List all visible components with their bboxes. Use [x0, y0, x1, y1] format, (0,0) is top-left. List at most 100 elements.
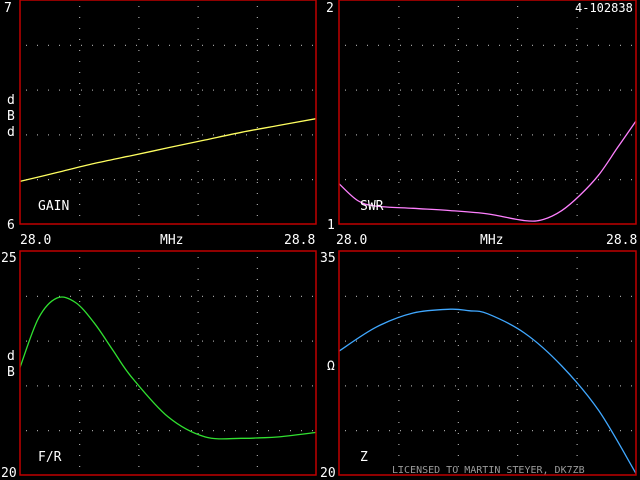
gain-grid-dot: [79, 182, 81, 183]
swr-grid-dot: [433, 179, 434, 181]
fr-grid-dot: [169, 385, 170, 387]
z-grid-dot: [457, 301, 459, 302]
z-grid-dot: [345, 340, 346, 342]
gain-grid-dot: [125, 179, 126, 181]
z-grid-dot: [367, 430, 368, 432]
z-y-min-tick: 20: [320, 466, 336, 480]
fr-grid-dot: [312, 295, 313, 297]
fr-grid-dot: [256, 378, 258, 379]
fr-grid-dot: [224, 430, 225, 432]
z-grid-dot: [457, 411, 459, 412]
fr-grid-dot: [197, 345, 199, 346]
gain-grid-dot: [103, 89, 104, 91]
fr-grid-dot: [279, 430, 280, 432]
swr-grid-dot: [576, 182, 578, 183]
fr-grid-dot: [136, 385, 137, 387]
swr-grid-dot: [598, 134, 599, 136]
gain-grid-dot: [48, 134, 49, 136]
swr-grid-dot: [510, 44, 511, 46]
swr-grid-dot: [466, 134, 467, 136]
gain-grid-dot: [79, 72, 81, 73]
z-grid-dot: [576, 312, 578, 313]
gain-grid-dot: [197, 6, 199, 7]
fr-grid-dot: [138, 356, 140, 357]
gain-grid-dot: [79, 105, 81, 106]
gain-grid-dot: [70, 134, 71, 136]
fr-grid-dot: [114, 340, 115, 342]
gain-grid-dot: [256, 171, 258, 172]
fr-grid-dot: [70, 385, 71, 387]
z-grid-dot: [576, 268, 578, 269]
fr-grid-dot: [202, 430, 203, 432]
gain-grid-dot: [79, 28, 81, 29]
swr-grid-dot: [457, 171, 459, 172]
swr-grid-dot: [576, 83, 578, 84]
z-grid-dot: [422, 385, 423, 387]
z-grid-dot: [398, 323, 400, 324]
z-grid-dot: [587, 295, 588, 297]
z-grid-dot: [517, 279, 519, 280]
swr-grid-dot: [576, 50, 578, 51]
z-grid-dot: [457, 367, 459, 368]
swr-grid-dot: [576, 39, 578, 40]
gain-grid-dot: [138, 127, 140, 128]
fr-grid-dot: [70, 430, 71, 432]
gain-grid-dot: [180, 134, 181, 136]
gain-grid-dot: [138, 17, 140, 18]
gain-grid-dot: [103, 44, 104, 46]
fr-grid-dot: [138, 389, 140, 390]
gain-grid-dot: [158, 44, 159, 46]
z-grid-dot: [444, 295, 445, 297]
fr-grid-dot: [257, 295, 258, 297]
gain-title: GAIN: [38, 199, 69, 214]
z-grid-dot: [398, 334, 400, 335]
z-grid-dot: [444, 385, 445, 387]
gain-grid-dot: [138, 149, 140, 150]
gain-grid-dot: [103, 134, 104, 136]
swr-grid-dot: [457, 193, 459, 194]
z-grid-dot: [620, 430, 621, 432]
fr-y-axis-label-char: B: [7, 365, 15, 380]
fr-grid-dot: [169, 295, 170, 297]
swr-grid: [345, 6, 632, 216]
z-grid-dot: [411, 295, 412, 297]
gain-grid-dot: [125, 44, 126, 46]
swr-grid-dot: [422, 44, 423, 46]
z-grid-dot: [517, 444, 519, 445]
swr-grid-dot: [444, 179, 445, 181]
z-grid-dot: [466, 295, 467, 297]
fr-grid-dot: [147, 340, 148, 342]
z-grid-dot: [499, 385, 500, 387]
license-notice: LICENSED TO MARTIN STEYER, DK7ZB: [392, 465, 585, 476]
swr-grid-dot: [398, 83, 400, 84]
gain-grid-dot: [213, 134, 214, 136]
gain-grid-dot: [158, 89, 159, 91]
fr-grid-dot: [136, 430, 137, 432]
swr-grid-dot: [433, 44, 434, 46]
fr-grid-dot: [125, 430, 126, 432]
swr-grid-dot: [398, 160, 400, 161]
fr-grid-dot: [191, 340, 192, 342]
swr-grid-dot: [517, 160, 519, 161]
swr-grid-dot: [444, 89, 445, 91]
fr-grid-dot: [125, 385, 126, 387]
fr-grid-dot: [48, 385, 49, 387]
swr-grid-dot: [422, 179, 423, 181]
swr-grid-dot: [356, 134, 357, 136]
fr-grid-dot: [197, 279, 199, 280]
z-grid-dot: [517, 400, 519, 401]
swr-grid-dot: [631, 44, 632, 46]
swr-grid-dot: [543, 134, 544, 136]
gain-grid-dot: [136, 134, 137, 136]
gain-grid-dot: [70, 44, 71, 46]
fr-grid-dot: [180, 385, 181, 387]
fr-grid-dot: [79, 279, 81, 280]
gain-grid-dot: [114, 89, 115, 91]
fr-grid-dot: [136, 340, 137, 342]
swr-grid-dot: [444, 44, 445, 46]
fr-grid-dot: [180, 430, 181, 432]
fr-grid-dot: [79, 466, 81, 467]
swr-grid-dot: [517, 94, 519, 95]
fr-grid-dot: [79, 411, 81, 412]
swr-grid-dot: [532, 44, 533, 46]
